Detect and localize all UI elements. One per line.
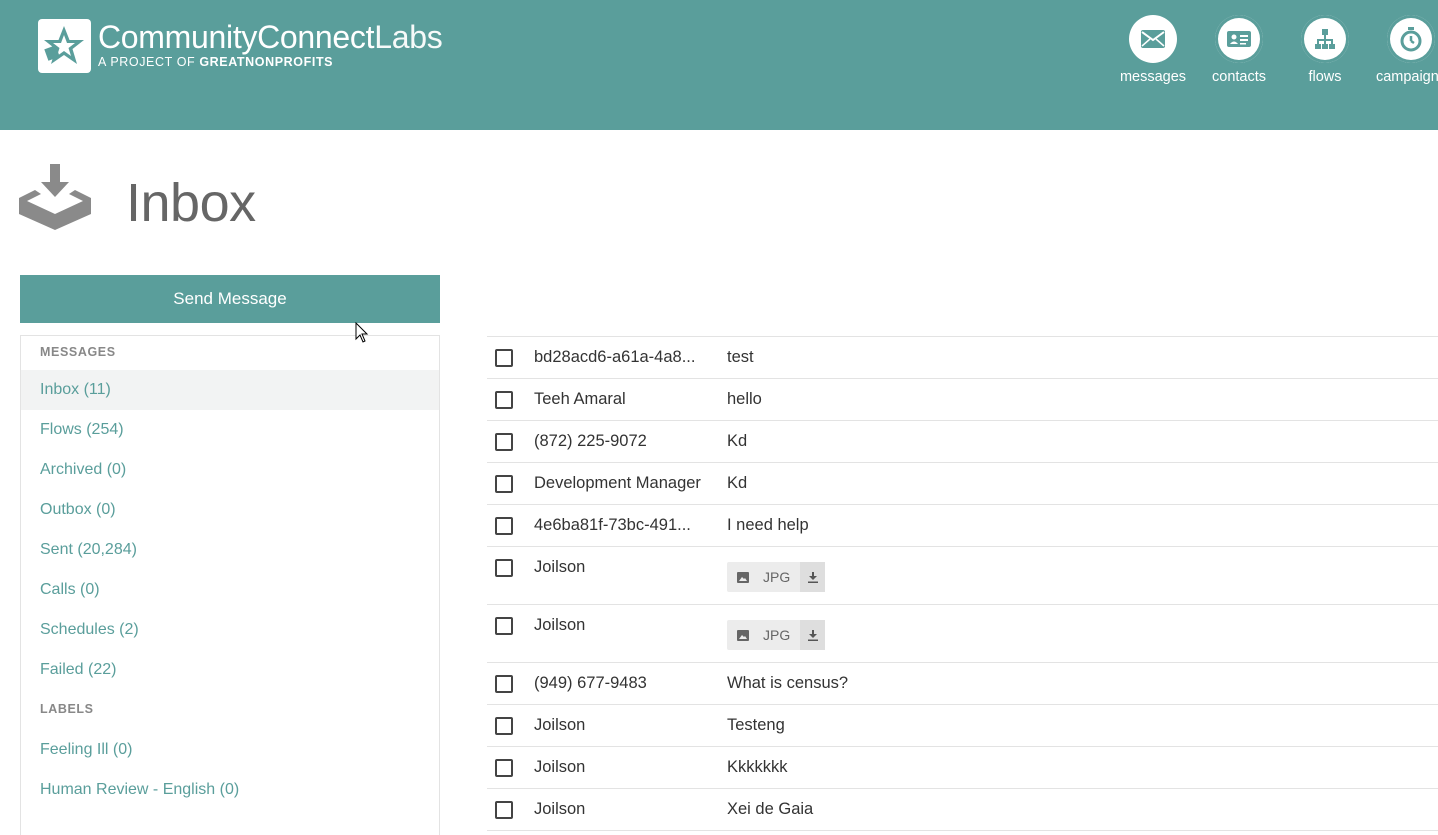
sidebar-label-feeling-ill[interactable]: Feeling Ill (0) xyxy=(21,730,439,770)
message-contact[interactable]: (872) 225-9072 xyxy=(534,432,647,451)
flow-tree-icon xyxy=(1301,15,1349,63)
message-contact[interactable]: Joilson xyxy=(534,616,585,635)
row-checkbox[interactable] xyxy=(495,717,513,735)
sidebar-item-inbox[interactable]: Inbox (11) xyxy=(21,370,439,410)
attachment-type: JPG xyxy=(763,627,791,643)
row-checkbox[interactable] xyxy=(495,433,513,451)
message-contact[interactable]: Teeh Amaral xyxy=(534,390,626,409)
message-text: What is census? xyxy=(727,674,849,692)
download-icon[interactable] xyxy=(800,620,826,650)
row-checkbox[interactable] xyxy=(495,349,513,367)
sidebar-label-human-review-english[interactable]: Human Review - English (0) xyxy=(21,770,439,810)
message-row[interactable]: Joilson Xei de Gaia xyxy=(487,789,1438,831)
top-header: CommunityConnectLabs A PROJECT OF GREATN… xyxy=(0,0,1438,130)
message-text: Kd xyxy=(727,474,748,492)
attachment-type: JPG xyxy=(763,569,791,585)
brand-subtitle: A PROJECT OF GREATNONPROFITS xyxy=(98,55,334,69)
row-checkbox[interactable] xyxy=(495,759,513,777)
sidebar: MESSAGES Inbox (11) Flows (254) Archived… xyxy=(20,335,440,835)
brand-logo[interactable]: CommunityConnectLabs A PROJECT OF GREATN… xyxy=(38,19,443,73)
download-icon[interactable] xyxy=(800,562,826,592)
sidebar-item-failed[interactable]: Failed (22) xyxy=(21,650,439,690)
nav-messages[interactable]: messages xyxy=(1110,15,1196,85)
sidebar-item-calls[interactable]: Calls (0) xyxy=(21,570,439,610)
message-text: hello xyxy=(727,390,762,408)
message-text: I need help xyxy=(727,516,809,534)
message-row[interactable]: Teeh Amaral hello xyxy=(487,379,1438,421)
message-row[interactable]: (949) 677-9483 What is census? xyxy=(487,663,1438,705)
message-row[interactable]: Joilson Testeng xyxy=(487,705,1438,747)
message-row[interactable]: Joilson Kkkkkkk xyxy=(487,747,1438,789)
image-icon xyxy=(737,571,749,583)
nav-flows[interactable]: flows xyxy=(1282,15,1368,85)
message-text: Testeng xyxy=(727,716,785,734)
message-text: test xyxy=(727,348,754,366)
messages-heading: MESSAGES xyxy=(40,345,116,359)
mouse-cursor-icon xyxy=(355,321,369,349)
sidebar-item-archived[interactable]: Archived (0) xyxy=(21,450,439,490)
row-checkbox[interactable] xyxy=(495,475,513,493)
message-row[interactable]: (872) 225-9072 Kd xyxy=(487,421,1438,463)
message-row[interactable]: Joilson JPG xyxy=(487,605,1438,663)
image-attachment[interactable]: JPG xyxy=(727,620,826,650)
nav-campaigns-label: campaigns xyxy=(1375,69,1438,85)
nav-contacts[interactable]: contacts xyxy=(1196,15,1282,85)
message-text: Kkkkkkk xyxy=(727,758,788,776)
labels-heading: LABELS xyxy=(40,702,94,716)
row-checkbox[interactable] xyxy=(495,675,513,693)
message-contact[interactable]: Joilson xyxy=(534,558,585,577)
page-title: Inbox xyxy=(126,173,256,233)
message-contact[interactable]: (949) 677-9483 xyxy=(534,674,647,693)
message-contact[interactable]: Development Manager xyxy=(534,474,701,493)
inbox-download-icon xyxy=(19,164,91,237)
message-text: Xei de Gaia xyxy=(727,800,814,818)
brand-title: CommunityConnectLabs xyxy=(98,19,443,55)
row-checkbox[interactable] xyxy=(495,559,513,577)
message-row[interactable]: Joilson JPG xyxy=(487,547,1438,605)
message-contact[interactable]: bd28acd6-a61a-4a8... xyxy=(534,348,695,367)
row-checkbox[interactable] xyxy=(495,391,513,409)
message-row[interactable]: Development Manager Kd xyxy=(487,463,1438,505)
row-checkbox[interactable] xyxy=(495,517,513,535)
image-icon xyxy=(737,629,749,641)
row-checkbox[interactable] xyxy=(495,801,513,819)
envelope-icon xyxy=(1129,15,1177,63)
sidebar-item-schedules[interactable]: Schedules (2) xyxy=(21,610,439,650)
main-nav: messages contacts flows campaign xyxy=(1110,15,1438,85)
message-contact[interactable]: Joilson xyxy=(534,716,585,735)
nav-flows-label: flows xyxy=(1308,69,1342,85)
message-row[interactable]: bd28acd6-a61a-4a8... test xyxy=(487,337,1438,379)
sidebar-item-flows[interactable]: Flows (254) xyxy=(21,410,439,450)
message-contact[interactable]: Joilson xyxy=(534,800,585,819)
nav-campaigns[interactable]: campaigns xyxy=(1368,15,1438,85)
sidebar-item-outbox[interactable]: Outbox (0) xyxy=(21,490,439,530)
message-text: Kd xyxy=(727,432,748,450)
message-contact[interactable]: Joilson xyxy=(534,758,585,777)
star-logo-icon xyxy=(38,19,91,73)
stopwatch-icon xyxy=(1387,15,1435,63)
nav-contacts-label: contacts xyxy=(1212,69,1266,85)
contact-card-icon xyxy=(1215,15,1263,63)
nav-messages-label: messages xyxy=(1119,69,1187,85)
message-row[interactable]: 4e6ba81f-73bc-491... I need help xyxy=(487,505,1438,547)
row-checkbox[interactable] xyxy=(495,617,513,635)
image-attachment[interactable]: JPG xyxy=(727,562,826,592)
send-message-button[interactable]: Send Message xyxy=(20,275,440,323)
message-list: bd28acd6-a61a-4a8... test Teeh Amaral he… xyxy=(487,336,1438,831)
message-contact[interactable]: 4e6ba81f-73bc-491... xyxy=(534,516,691,535)
sidebar-item-sent[interactable]: Sent (20,284) xyxy=(21,530,439,570)
